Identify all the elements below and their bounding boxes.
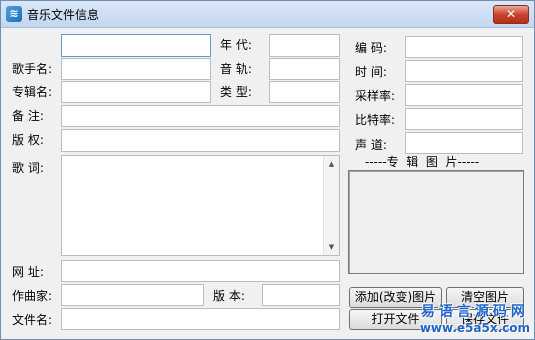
site-watermark: 易语言源码网 www.e5a5x.com — [420, 301, 530, 335]
time-field[interactable] — [405, 60, 523, 82]
close-button[interactable]: ✕ — [493, 5, 529, 24]
comment-label: 备 注: — [12, 109, 44, 123]
channels-label: 声 道: — [355, 138, 387, 152]
version-label: 版 本: — [213, 289, 245, 303]
singer-field[interactable] — [61, 58, 211, 80]
bit-rate-label: 比特率: — [355, 113, 396, 127]
version-field[interactable] — [262, 284, 340, 306]
lyrics-label: 歌 词: — [12, 161, 44, 175]
singer-label: 歌手名: — [12, 62, 53, 76]
encoding-label: 编 码: — [355, 41, 387, 55]
track-field[interactable] — [269, 58, 340, 80]
album-picture-label: -----专 辑 图 片----- — [365, 155, 480, 169]
encoding-field[interactable] — [405, 36, 523, 58]
watermark-url: www.e5a5x.com — [419, 321, 530, 335]
type-label: 类 型: — [220, 85, 252, 99]
window-title: 音乐文件信息 — [27, 8, 100, 22]
year-field[interactable] — [269, 34, 340, 57]
album-field[interactable] — [61, 81, 211, 103]
time-label: 时 间: — [355, 65, 387, 79]
album-label: 专辑名: — [12, 85, 53, 99]
lyrics-textarea[interactable]: ▲ ▼ — [61, 155, 340, 256]
album-picture-box[interactable] — [348, 170, 524, 274]
app-logo-icon: ≋ — [6, 6, 22, 22]
bit-rate-field[interactable] — [405, 108, 523, 130]
lyrics-scrollbar[interactable]: ▲ ▼ — [323, 156, 339, 255]
copyright-label: 版 权: — [12, 133, 44, 147]
title-field[interactable] — [61, 34, 211, 57]
watermark-site-name: 易语言源码网 — [420, 304, 529, 320]
url-field[interactable] — [61, 260, 340, 282]
track-label: 音 轨: — [220, 62, 252, 76]
composer-field[interactable] — [61, 284, 204, 306]
channels-field[interactable] — [405, 132, 523, 154]
year-label: 年 代: — [220, 38, 252, 52]
filename-label: 文件名: — [12, 313, 53, 327]
url-label: 网 址: — [12, 265, 44, 279]
scroll-down-arrow-icon[interactable]: ▼ — [324, 239, 339, 255]
title-bar[interactable]: ≋ 音乐文件信息 ✕ — [1, 1, 534, 28]
music-info-window: ≋ 音乐文件信息 ✕ 年 代: 歌手名: 音 轨: 专辑名: 类 型: 备 注:… — [0, 0, 535, 340]
form-area: 年 代: 歌手名: 音 轨: 专辑名: 类 型: 备 注: 版 权: 歌 词: … — [2, 28, 533, 338]
copyright-field[interactable] — [61, 129, 340, 152]
filename-field[interactable] — [61, 308, 340, 330]
comment-field[interactable] — [61, 105, 340, 127]
composer-label: 作曲家: — [12, 289, 53, 303]
scroll-up-arrow-icon[interactable]: ▲ — [324, 156, 339, 172]
sample-rate-field[interactable] — [405, 84, 523, 106]
sample-rate-label: 采样率: — [355, 89, 396, 103]
type-field[interactable] — [269, 81, 340, 103]
